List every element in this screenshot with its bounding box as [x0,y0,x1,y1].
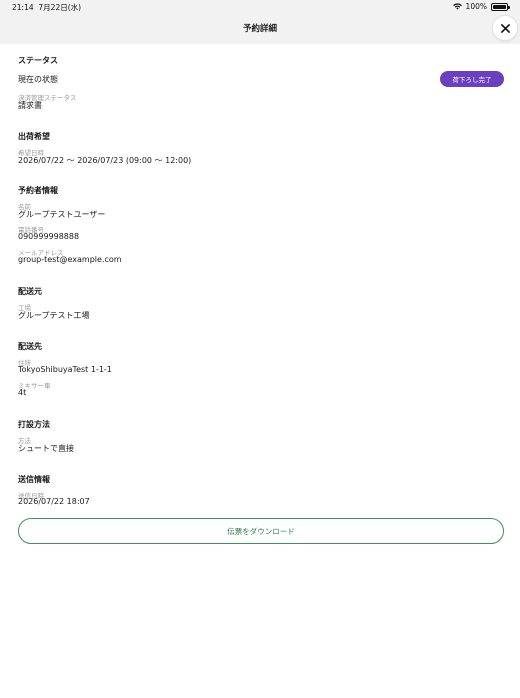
phone-value: 090999998888 [18,232,80,241]
page-title: 予約詳細 [242,24,277,34]
request-datetime-value: 2026/07/22 ～ 2026/07/23 (09:00 ～ 12:00) [18,156,192,165]
section-title-delivery-request: 出荷希望 [18,132,50,141]
section-title-destination: 配送先 [18,342,42,351]
battery-icon [491,2,510,11]
factory-value: グループテスト工場 [18,311,90,320]
mixer-value: 4t [18,388,27,397]
email-value: group-test@example.com [18,255,122,264]
close-button[interactable] [492,15,518,41]
section-title-origin: 配送元 [18,287,42,296]
wifi-icon [452,3,462,10]
battery-percent: 100% [465,2,487,11]
section-title-status: ステータス [18,56,58,65]
status-indicators: 100% [452,2,510,11]
current-state-label: 現在の状態 [18,75,58,84]
sent-datetime-value: 2026/07/22 18:07 [18,497,90,506]
status-bar: 21:14 7月22日(水) 100% [0,0,520,14]
section-title-pouring: 打設方法 [18,420,50,429]
address-value: TokyoShibuyaTest 1-1-1 [18,365,112,374]
section-title-sent-info: 送信情報 [18,475,50,484]
close-icon [500,23,510,33]
modal-header: 予約詳細 [0,14,520,44]
clock-date: 7月22日(水) [38,3,82,12]
download-slip-button[interactable]: 伝票をダウンロード [18,518,504,544]
payment-status-value: 請求書 [18,101,42,110]
current-state-badge[interactable]: 荷下ろし完了 [440,71,504,87]
clock-time: 21:14 [12,3,34,12]
section-title-reserver: 予約者情報 [18,186,58,195]
method-value: シュートで直接 [18,444,74,453]
status-time: 21:14 7月22日(水) [12,2,81,13]
name-value: グループテストユーザー [18,210,106,219]
